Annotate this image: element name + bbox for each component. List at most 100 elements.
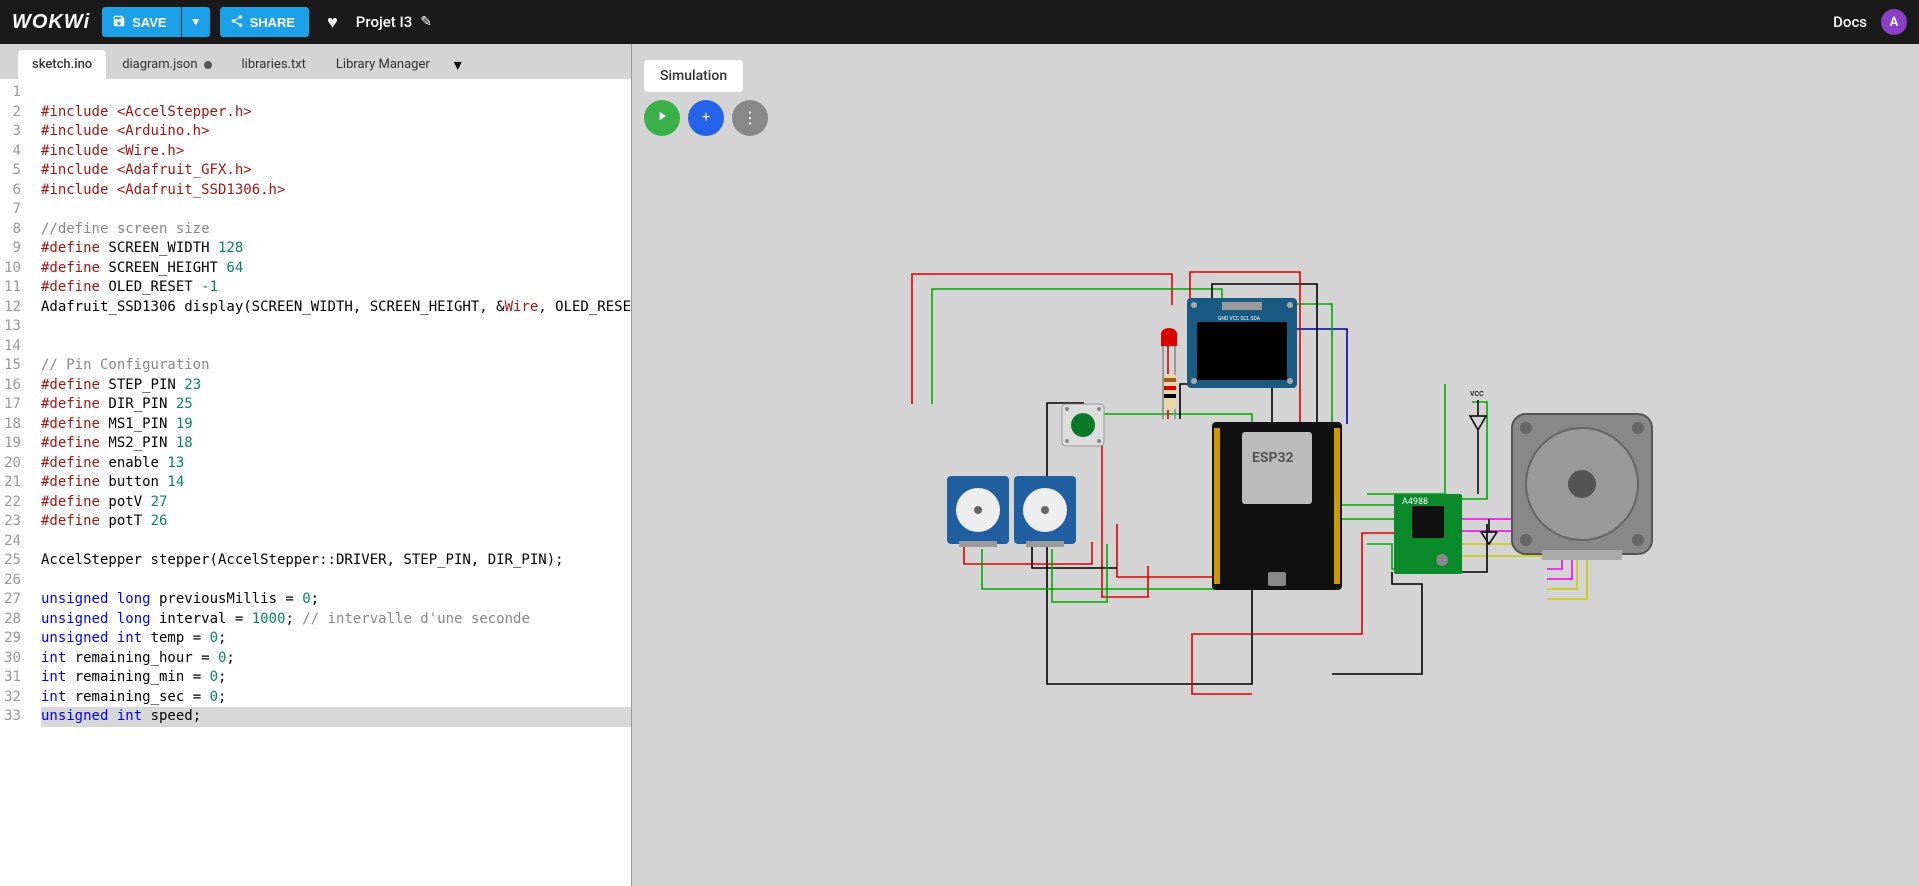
dirty-dot-icon: [204, 61, 212, 69]
tab-sketch-ino[interactable]: sketch.ino: [18, 50, 106, 79]
tab-Library-Manager[interactable]: Library Manager: [322, 50, 444, 79]
line-number: 10: [0, 259, 21, 279]
tab-libraries-txt[interactable]: libraries.txt: [228, 50, 320, 79]
code-line[interactable]: [41, 532, 631, 552]
line-number: 28: [0, 610, 21, 630]
line-number: 6: [0, 181, 21, 201]
part-stepper-motor[interactable]: [1512, 414, 1652, 560]
line-number: 14: [0, 337, 21, 357]
code-line[interactable]: unsigned int speed;: [41, 707, 631, 727]
share-label: SHARE: [250, 15, 296, 30]
tab-diagram-json[interactable]: diagram.json: [108, 50, 225, 79]
line-number: 18: [0, 415, 21, 435]
code-line[interactable]: unsigned long interval = 1000; // interv…: [41, 610, 631, 630]
edit-title-icon[interactable]: ✎: [420, 14, 432, 30]
avatar[interactable]: A: [1881, 9, 1907, 35]
code-editor[interactable]: 1234567891011121314151617181920212223242…: [0, 79, 631, 886]
part-potentiometer-2[interactable]: [1014, 476, 1076, 547]
line-number: 19: [0, 434, 21, 454]
line-number: 1: [0, 83, 21, 103]
top-bar: WOKWi SAVE ▾ SHARE ♥ Projet I3 ✎ Docs A: [0, 0, 1919, 44]
code-line[interactable]: [41, 317, 631, 337]
tab-label: diagram.json: [122, 57, 197, 72]
line-number: 29: [0, 629, 21, 649]
code-line[interactable]: #define button 14: [41, 473, 631, 493]
code-line[interactable]: #define SCREEN_HEIGHT 64: [41, 259, 631, 279]
simulation-panel: Simulation + ⋮: [632, 44, 1919, 886]
tab-label: sketch.ino: [32, 57, 92, 72]
line-number: 4: [0, 142, 21, 162]
code-line[interactable]: unsigned int temp = 0;: [41, 629, 631, 649]
part-potentiometer-1[interactable]: [947, 476, 1009, 547]
code-line[interactable]: unsigned long previousMillis = 0;: [41, 590, 631, 610]
line-number: 32: [0, 688, 21, 708]
code-line[interactable]: [41, 200, 631, 220]
save-button[interactable]: SAVE: [102, 7, 180, 37]
circuit-canvas[interactable]: GND VCC SCL SDA: [632, 44, 1919, 886]
code-line[interactable]: #include <Wire.h>: [41, 142, 631, 162]
line-number: 20: [0, 454, 21, 474]
caret-down-icon: ▾: [192, 14, 199, 30]
code-line[interactable]: #include <Adafruit_GFX.h>: [41, 161, 631, 181]
line-number: 2: [0, 103, 21, 123]
code-line[interactable]: int remaining_min = 0;: [41, 668, 631, 688]
part-vcc[interactable]: vcc: [1470, 389, 1486, 494]
code-line[interactable]: #include <AccelStepper.h>: [41, 103, 631, 123]
code-line[interactable]: int remaining_sec = 0;: [41, 688, 631, 708]
docs-link[interactable]: Docs: [1833, 13, 1867, 31]
code-line[interactable]: #define potT 26: [41, 512, 631, 532]
save-dropdown-button[interactable]: ▾: [182, 7, 210, 37]
code-content[interactable]: #include <AccelStepper.h>#include <Ardui…: [41, 79, 631, 886]
code-line[interactable]: #define STEP_PIN 23: [41, 376, 631, 396]
part-esp32[interactable]: ESP32: [1212, 422, 1342, 590]
code-line[interactable]: #define enable 13: [41, 454, 631, 474]
code-line[interactable]: #define MS1_PIN 19: [41, 415, 631, 435]
code-line[interactable]: #include <Arduino.h>: [41, 122, 631, 142]
part-pushbutton[interactable]: [1062, 404, 1104, 446]
code-line[interactable]: #include <Adafruit_SSD1306.h>: [41, 181, 631, 201]
code-line[interactable]: [41, 571, 631, 591]
line-number: 9: [0, 239, 21, 259]
part-a4988-driver[interactable]: A4988: [1394, 494, 1462, 574]
editor-tabs: sketch.ino diagram.json libraries.txt Libra…: [0, 44, 631, 79]
line-number: 33: [0, 707, 21, 727]
line-number: 26: [0, 571, 21, 591]
line-number: 11: [0, 278, 21, 298]
logo: WOKWi: [12, 11, 90, 34]
part-resistor[interactable]: [1164, 374, 1176, 410]
line-number: 24: [0, 532, 21, 552]
code-line[interactable]: #define SCREEN_WIDTH 128: [41, 239, 631, 259]
line-number: 31: [0, 668, 21, 688]
share-icon: [230, 14, 244, 31]
line-gutter: 1234567891011121314151617181920212223242…: [0, 79, 41, 886]
code-line[interactable]: #define DIR_PIN 25: [41, 395, 631, 415]
code-line[interactable]: int remaining_hour = 0;: [41, 649, 631, 669]
code-line[interactable]: //define screen size: [41, 220, 631, 240]
line-number: 15: [0, 356, 21, 376]
code-line[interactable]: [41, 83, 631, 103]
share-button[interactable]: SHARE: [220, 7, 310, 37]
save-label: SAVE: [132, 15, 166, 30]
caret-down-icon: ▾: [454, 55, 462, 74]
line-number: 25: [0, 551, 21, 571]
part-gnd[interactable]: [1481, 519, 1497, 544]
part-oled-display[interactable]: GND VCC SCL SDA: [1187, 298, 1297, 388]
code-line[interactable]: #define potV 27: [41, 493, 631, 513]
code-line[interactable]: [41, 337, 631, 357]
line-number: 17: [0, 395, 21, 415]
code-line[interactable]: AccelStepper stepper(AccelStepper::DRIVE…: [41, 551, 631, 571]
tab-more-button[interactable]: ▾: [446, 51, 470, 78]
line-number: 22: [0, 493, 21, 513]
editor-panel: sketch.ino diagram.json libraries.txt Libra…: [0, 44, 632, 886]
heart-icon[interactable]: ♥: [327, 12, 338, 33]
line-number: 8: [0, 220, 21, 240]
code-line[interactable]: // Pin Configuration: [41, 356, 631, 376]
tab-label: Library Manager: [336, 57, 430, 72]
line-number: 3: [0, 122, 21, 142]
code-line[interactable]: Adafruit_SSD1306 display(SCREEN_WIDTH, S…: [41, 298, 631, 318]
vcc-label: vcc: [1470, 389, 1484, 399]
line-number: 13: [0, 317, 21, 337]
code-line[interactable]: #define OLED_RESET -1: [41, 278, 631, 298]
code-line[interactable]: #define MS2_PIN 18: [41, 434, 631, 454]
line-number: 12: [0, 298, 21, 318]
